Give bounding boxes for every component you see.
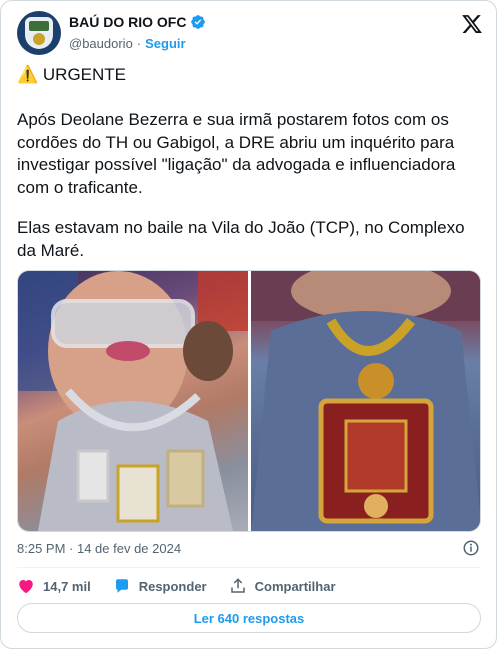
- heart-icon: [19, 580, 33, 594]
- avatar-crest: [25, 17, 53, 49]
- tweet-paragraph-1: Após Deolane Bezerra e sua irmã postarem…: [17, 110, 456, 197]
- photo-right[interactable]: [251, 271, 480, 531]
- x-logo-icon[interactable]: [461, 13, 483, 35]
- share-label: Compartilhar: [254, 578, 336, 594]
- author-handle-row: @baudorio · Seguir: [69, 36, 186, 51]
- tweet-media: [17, 270, 481, 532]
- tweet-timestamp[interactable]: 8:25 PM · 14 de fev de 2024: [17, 541, 181, 556]
- avatar[interactable]: [17, 11, 61, 55]
- photo-right-illustration: [251, 271, 480, 531]
- read-replies-button[interactable]: Ler 640 respostas: [17, 603, 481, 633]
- author-name[interactable]: BAÚ DO RIO OFC: [69, 14, 186, 30]
- tweet-card: BAÚ DO RIO OFC @baudorio · Seguir ⚠️ URG…: [0, 0, 497, 649]
- share-upload-icon: [230, 578, 245, 593]
- like-button[interactable]: 14,7 mil: [17, 577, 91, 595]
- tweet-header: BAÚ DO RIO OFC @baudorio · Seguir: [17, 11, 483, 55]
- tweet-urgent-line: ⚠️ URGENTE: [17, 65, 127, 84]
- reply-label: Responder: [138, 578, 207, 594]
- photo-left-illustration: [18, 271, 248, 531]
- tweet-paragraph-2: Elas estavam no baile na Vila do João (T…: [17, 218, 465, 260]
- action-bar: 14,7 mil Responder Compartilhar: [17, 575, 358, 597]
- separator-dot: ·: [136, 36, 142, 51]
- photo-left[interactable]: [18, 271, 248, 531]
- reply-button[interactable]: Responder: [113, 577, 207, 595]
- like-count: 14,7 mil: [43, 578, 91, 594]
- follow-button[interactable]: Seguir: [145, 36, 185, 51]
- info-icon[interactable]: [462, 539, 480, 557]
- author-handle[interactable]: @baudorio: [69, 36, 133, 51]
- share-button[interactable]: Compartilhar: [229, 577, 336, 595]
- divider: [17, 567, 481, 568]
- author-name-row: BAÚ DO RIO OFC: [69, 14, 206, 30]
- verified-badge-icon: [191, 15, 206, 29]
- reply-bubble-icon: [115, 579, 128, 593]
